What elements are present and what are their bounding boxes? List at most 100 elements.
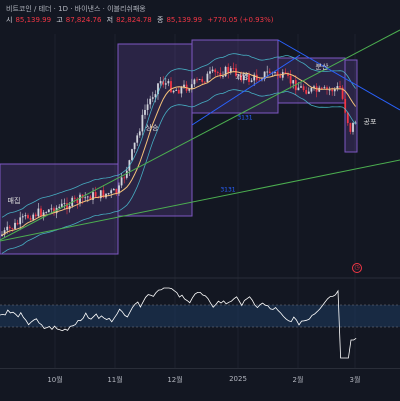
candle-body — [172, 90, 175, 93]
candle-body — [349, 123, 352, 132]
candle-body — [180, 87, 183, 94]
candle-body — [6, 226, 9, 231]
ohlc-readout: 시 85,139.99 고 87,824.76 저 82,824.78 종 85,139… — [6, 15, 276, 25]
candle-body — [110, 190, 113, 194]
trendline-label-lower: 3131 — [220, 186, 236, 194]
candle-body — [63, 203, 66, 204]
candle-body — [170, 81, 172, 93]
candle-body — [73, 197, 76, 199]
candle-body — [24, 215, 27, 217]
ohlc-high-label: 고 — [56, 16, 63, 24]
candle-body — [45, 212, 48, 214]
candle-body — [29, 218, 32, 220]
candle-body — [141, 114, 144, 132]
candle-body — [58, 206, 61, 208]
candle-body — [159, 80, 162, 84]
candle-body — [331, 89, 334, 92]
candle-body — [206, 73, 209, 82]
ohlc-open-label: 시 — [6, 16, 13, 24]
candle-body — [328, 89, 331, 91]
candle-body — [50, 208, 53, 210]
candle-body — [32, 214, 35, 220]
xaxis-label: 11월 — [107, 376, 123, 384]
xaxis-label: 3월 — [349, 376, 361, 384]
candle-body — [292, 80, 295, 84]
candle-body — [227, 66, 230, 73]
candle-body — [21, 216, 24, 218]
ohlc-low-label: 저 — [106, 16, 114, 24]
candle-body — [115, 188, 118, 194]
candle-body — [300, 86, 302, 88]
clock-icon[interactable]: ◷ — [352, 263, 362, 273]
xaxis-label: 10월 — [47, 376, 63, 384]
symbol-header: 비트코인 / 테더 · 1D · 바이낸스 · 이블리쉬패옹 시 85,139.9… — [0, 0, 400, 34]
candle-body — [133, 142, 136, 150]
candle-body — [107, 193, 110, 195]
candle-body — [274, 72, 276, 73]
candle-body — [214, 69, 217, 73]
candle-body — [164, 83, 167, 85]
time-axis[interactable]: 10월 11월 12월 2025 2월 3월 — [0, 368, 400, 401]
candle-body — [136, 135, 139, 143]
candle-body — [279, 75, 282, 78]
candle-body — [8, 226, 11, 229]
candle-body — [149, 98, 152, 105]
candle-body — [323, 87, 326, 89]
candle-body — [27, 215, 29, 219]
candle-body — [201, 79, 204, 82]
candle-body — [112, 188, 115, 191]
zone-label-distribution: 분산 — [315, 63, 329, 71]
ohlc-high: 87,824.76 — [65, 16, 102, 24]
zone-label-accumulation: 매집 — [7, 197, 21, 205]
candle-body — [86, 196, 89, 198]
candle-body — [305, 90, 308, 94]
candle-body — [175, 89, 178, 91]
xaxis-label: 2월 — [292, 376, 304, 384]
candle-body — [47, 209, 50, 213]
candle-body — [34, 214, 37, 217]
candle-body — [146, 104, 149, 110]
candle-body — [266, 71, 269, 73]
candle-body — [307, 91, 310, 94]
candle-body — [336, 86, 339, 89]
candle-body — [131, 149, 133, 161]
candle-body — [123, 177, 126, 179]
candle-body — [352, 122, 354, 132]
candle-body — [216, 72, 219, 73]
candle-body — [289, 75, 292, 84]
candle-body — [14, 222, 16, 229]
candle-body — [193, 79, 196, 85]
symbol-title: 비트코인 / 테더 · 1D · 바이낸스 · 이블리쉬패옹 — [6, 5, 146, 13]
candle-body — [203, 81, 206, 83]
candle-body — [144, 109, 146, 115]
zone-box — [277, 57, 346, 104]
candle-body — [320, 87, 323, 89]
candle-body — [310, 87, 313, 92]
candle-body — [138, 131, 141, 136]
candle-body — [177, 89, 180, 94]
zone-label-fear: 공포 — [363, 118, 377, 126]
zone-label-excess: 과잉 — [235, 73, 249, 81]
candle-body — [40, 208, 42, 216]
ohlc-close-label: 종 — [156, 16, 164, 24]
price-chart[interactable] — [0, 0, 400, 400]
xaxis-label: 12월 — [167, 376, 183, 384]
ohlc-low: 82,824.78 — [116, 16, 152, 24]
candle-body — [268, 71, 271, 74]
candle-body — [60, 203, 63, 207]
candle-body — [222, 76, 224, 78]
candle-body — [250, 80, 253, 82]
ohlc-change: +770.05 (+0.93%) — [207, 16, 274, 24]
rsi-band — [0, 305, 400, 327]
candle-body — [167, 81, 170, 84]
zone-label-markup: 상승 — [145, 124, 159, 132]
ohlc-open: 85,139.99 — [15, 16, 52, 24]
candle-body — [19, 217, 22, 225]
candle-body — [297, 87, 300, 91]
candle-body — [151, 97, 154, 99]
candle-body — [11, 228, 14, 230]
candle-body — [84, 197, 87, 199]
ohlc-close: 85,139.99 — [166, 16, 203, 24]
candle-body — [94, 192, 97, 197]
candle-body — [209, 71, 211, 74]
